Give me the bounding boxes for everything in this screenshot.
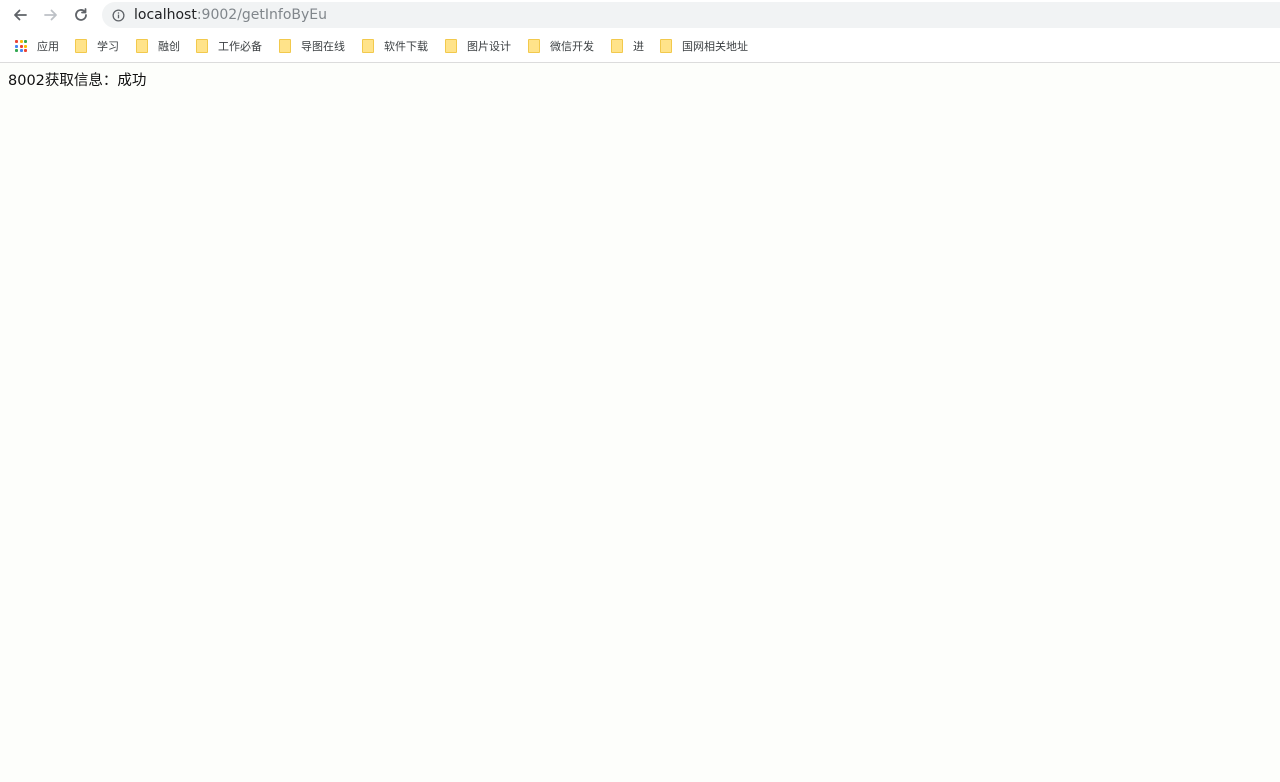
folder-icon xyxy=(528,39,540,53)
bookmark-folder[interactable]: 学习 xyxy=(75,38,119,54)
url-host: localhost xyxy=(134,7,197,23)
bookmark-folder[interactable]: 融创 xyxy=(136,38,180,54)
bookmark-folder[interactable]: 国网相关地址 xyxy=(660,38,748,54)
folder-icon xyxy=(279,39,291,53)
bookmarks-bar: 应用 学习 融创 工作必备 导图在线 软件下载 图片设计 微信开发 进 国网相关… xyxy=(0,30,1280,62)
bookmark-label: 图片设计 xyxy=(467,40,511,53)
page-body: 8002获取信息：成功 xyxy=(0,63,1280,99)
bookmark-folder[interactable]: 工作必备 xyxy=(196,38,262,54)
bookmark-label: 进 xyxy=(633,40,644,53)
bookmark-apps[interactable]: 应用 xyxy=(15,38,59,54)
arrow-right-icon xyxy=(44,9,57,21)
reload-button[interactable] xyxy=(70,4,92,26)
bookmark-label: 微信开发 xyxy=(550,40,594,53)
bookmark-label: 软件下载 xyxy=(384,40,428,53)
bookmark-folder[interactable]: 进 xyxy=(611,38,644,54)
url-path: :9002/getInfoByEu xyxy=(196,7,327,23)
folder-icon xyxy=(362,39,374,53)
folder-icon xyxy=(445,39,457,53)
site-info-icon[interactable] xyxy=(111,8,125,22)
url-text[interactable]: localhost:9002/getInfoByEu xyxy=(134,2,327,28)
bookmark-label: 国网相关地址 xyxy=(682,40,748,53)
apps-grid-icon xyxy=(15,40,27,52)
browser-chrome: localhost:9002/getInfoByEu 应用 学习 融创 工作必备 xyxy=(0,0,1280,63)
folder-icon xyxy=(136,39,148,53)
bookmark-folder[interactable]: 软件下载 xyxy=(362,38,428,54)
folder-icon xyxy=(611,39,623,53)
folder-icon xyxy=(196,39,208,53)
back-button[interactable] xyxy=(9,4,31,26)
arrow-left-icon xyxy=(14,9,27,21)
bookmark-label: 导图在线 xyxy=(301,40,345,53)
response-message: 8002获取信息：成功 xyxy=(8,73,147,89)
folder-icon xyxy=(75,39,87,53)
browser-toolbar: localhost:9002/getInfoByEu xyxy=(0,0,1280,30)
bookmark-label: 应用 xyxy=(37,40,59,53)
address-bar[interactable]: localhost:9002/getInfoByEu xyxy=(102,2,1280,28)
bookmark-label: 学习 xyxy=(97,40,119,53)
bookmark-folder[interactable]: 微信开发 xyxy=(528,38,594,54)
folder-icon xyxy=(660,39,672,53)
bookmark-folder[interactable]: 导图在线 xyxy=(279,38,345,54)
forward-button[interactable] xyxy=(40,4,62,26)
bookmark-label: 工作必备 xyxy=(218,40,262,53)
reload-icon xyxy=(75,8,87,21)
bookmark-folder[interactable]: 图片设计 xyxy=(445,38,511,54)
bookmark-label: 融创 xyxy=(158,40,180,53)
